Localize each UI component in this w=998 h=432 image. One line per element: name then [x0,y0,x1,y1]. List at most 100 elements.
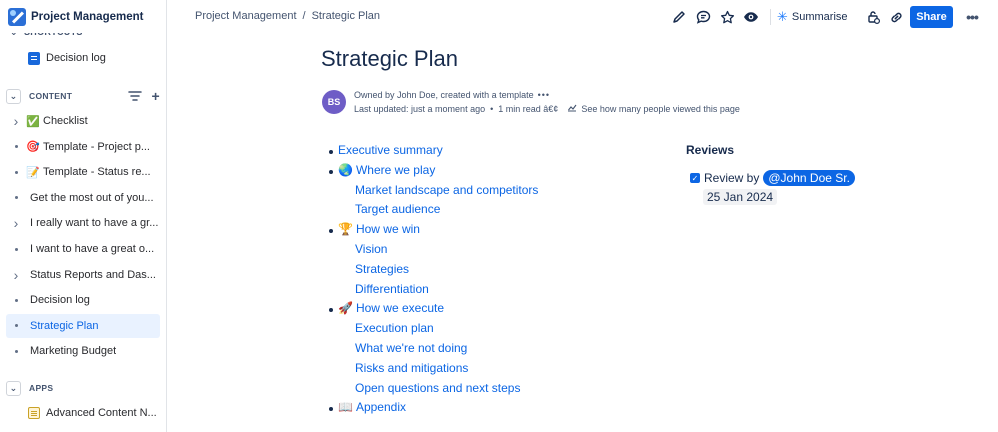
avatar[interactable]: BS [322,90,346,114]
read-time: 1 min read â€¢ [498,104,559,114]
page-title: Strategic Plan [321,46,458,71]
page-emoji-icon: 🎯 [26,141,40,154]
restrictions-icon[interactable] [862,6,884,28]
toc-link[interactable]: Vision [355,242,387,256]
summarise-button[interactable]: ✳ Summarise [777,9,848,25]
toc-link[interactable]: Open questions and next steps [355,381,520,395]
filter-icon[interactable] [127,90,142,102]
bullet-dot-icon [6,166,26,178]
toc-link[interactable]: How we win [356,222,420,236]
sidebar-item-advanced-content-navigator[interactable]: Advanced Content N... [6,401,160,425]
toolbar-divider [770,9,771,25]
edit-icon[interactable] [668,6,690,28]
app-icon [28,407,40,419]
toc-link[interactable]: Execution plan [355,321,434,335]
toc-link[interactable]: Where we play [356,163,435,177]
user-mention[interactable]: @John Doe Sr. [763,170,855,186]
bullet-dot-icon [329,407,333,412]
bullet-dot-icon [6,192,26,204]
sidebar-item-label: Strategic Plan [30,319,99,332]
document-icon [28,51,40,65]
add-content-icon[interactable]: + [152,88,160,104]
toc-link[interactable]: Risks and mitigations [355,361,468,375]
sidebar-item-label: Decision log [30,294,90,307]
toc-link[interactable]: What we're not doing [355,341,467,355]
sidebar-content-item[interactable]: › Status Reports and Das... [6,263,160,287]
toc-item: Market landscape and competitors [330,181,538,201]
toc-link[interactable]: Appendix [356,400,406,414]
more-icon[interactable]: ••• [962,7,982,27]
link-icon[interactable] [886,6,908,28]
toc-link[interactable]: Strategies [355,262,409,276]
meta-separator: • [490,104,494,114]
page-emoji-icon: ✅ [26,115,40,128]
page-emoji-icon: 📝 [26,166,40,179]
toc-item: 🌏 Where we play [329,161,538,181]
toc-item: Risks and mitigations [330,359,538,379]
bullet-dot-icon [329,229,333,234]
sidebar-item-label: Template - Project p... [43,140,150,153]
sidebar-item-label: Marketing Budget [30,345,117,358]
reviews-heading: Reviews [686,143,735,157]
sidebar-content-item[interactable]: Decision log [6,288,160,312]
owner-line: Owned by John Doe, created with a templa… [354,90,534,100]
sidebar-item-label: I really want to have a gr... [30,217,159,230]
review-task: ✓ Review by @John Doe Sr. [690,170,855,186]
sidebar-item-decision-log-shortcut[interactable]: Decision log [6,46,160,70]
sidebar-content-item[interactable]: 📝 Template - Status re... [6,160,160,184]
sidebar-content-item[interactable]: Strategic Plan [6,313,160,338]
last-updated: Last updated: just a moment ago [354,104,486,114]
sidebar-content-item[interactable]: › I really want to have a gr... [6,211,160,235]
sidebar-item-label: Get the most out of you... [30,191,154,204]
toc-item: 🏆 How we win [329,220,538,240]
sidebar: ⌄SHORTCUTS Project Management Decision l… [0,0,167,432]
chevron-right-icon[interactable]: › [6,267,26,283]
share-button[interactable]: Share [910,6,953,28]
bullet-dot-icon [6,345,26,357]
star-icon[interactable] [716,6,738,28]
sidebar-content-item[interactable]: 🎯 Template - Project p... [6,135,160,159]
sidebar-item-label: Status Reports and Das... [30,268,156,281]
breadcrumb-page-link[interactable]: Strategic Plan [312,10,380,22]
watch-icon[interactable] [740,6,762,28]
apps-label: APPS [29,383,54,393]
section-emoji-icon: 🌏 [338,162,353,177]
chevron-right-icon[interactable]: › [6,215,26,231]
ai-sparkle-icon: ✳ [777,9,788,24]
toc-item: 📖 Appendix [329,398,538,418]
more-actions-icon[interactable]: ••• [538,90,550,100]
toc-item: What we're not doing [330,339,538,359]
page-toolbar: ✳ Summarise [668,6,910,28]
space-header[interactable]: Project Management [0,0,166,33]
toc-link[interactable]: Market landscape and competitors [355,183,538,197]
toc-link[interactable]: Differentiation [355,282,429,296]
section-emoji-icon: 📖 [338,400,353,415]
page-views-link[interactable]: See how many people viewed this page [581,104,740,114]
toc-link[interactable]: Target audience [355,202,440,216]
sidebar-content-item[interactable]: Get the most out of you... [6,186,160,210]
bullet-dot-icon [329,169,333,174]
toc-item: 🚀 How we execute [329,299,538,319]
page-meta: BS Owned by John Doe, created with a tem… [322,88,740,116]
chevron-down-icon[interactable]: ⌄ [6,88,21,104]
sidebar-content-item[interactable]: I want to have a great o... [6,237,160,261]
chevron-right-icon[interactable]: › [6,113,26,129]
sidebar-content-item[interactable]: Marketing Budget [6,339,160,363]
sidebar-content-item[interactable]: › ✅ Checklist [6,109,160,133]
comment-icon[interactable] [692,6,714,28]
summarise-label: Summarise [791,11,848,23]
section-emoji-icon: 🚀 [338,301,353,316]
toc-item: Vision [330,240,538,260]
content-label: CONTENT [29,91,73,101]
toc-link[interactable]: How we execute [356,301,444,315]
analytics-icon [567,104,580,114]
bullet-dot-icon [6,141,26,153]
toc-item: Execution plan [330,319,538,339]
toc-link[interactable]: Executive summary [338,143,443,157]
due-date-chip[interactable]: 25 Jan 2024 [703,189,778,205]
review-task-text: Review by [704,171,760,185]
chevron-down-icon[interactable]: ⌄ [6,380,21,396]
breadcrumb-space-link[interactable]: Project Management [195,10,297,22]
task-checkbox[interactable]: ✓ [690,173,700,183]
toc-item: Strategies [330,260,538,280]
